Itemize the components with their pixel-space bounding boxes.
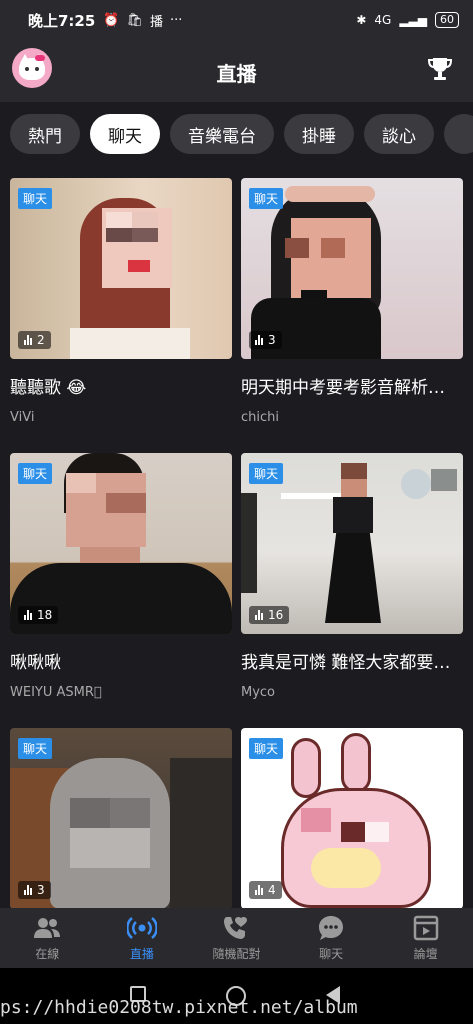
- heart-phone-icon: [224, 916, 248, 939]
- trophy-icon[interactable]: [425, 54, 455, 84]
- status-app-label: 播: [150, 14, 164, 30]
- viewer-count: 18: [18, 606, 59, 624]
- people-icon: [34, 918, 61, 938]
- viewers-bars-icon: [24, 335, 32, 345]
- page-title: 直播: [216, 62, 257, 86]
- viewer-count: 16: [249, 606, 290, 624]
- viewer-count: 3: [18, 881, 51, 899]
- category-badge: 聊天: [249, 738, 284, 759]
- stream-thumbnail[interactable]: 聊天 4: [241, 728, 463, 908]
- category-badge: 聊天: [249, 463, 284, 484]
- broadcast-icon: [126, 917, 157, 939]
- bottom-nav: 在線 直播 隨機配對 聊天 論壇: [0, 908, 473, 968]
- tab-chat[interactable]: 聊天: [90, 114, 160, 154]
- stream-title: 明天期中考要考影音解析…: [241, 378, 445, 398]
- stream-title: 啾啾啾: [10, 653, 61, 673]
- viewer-count-value: 4: [268, 883, 276, 897]
- stream-card[interactable]: 聊天 3: [10, 728, 232, 908]
- streamer-name: ViVi: [10, 410, 35, 425]
- tab-heart-talk[interactable]: 談心: [364, 114, 434, 154]
- stream-thumbnail[interactable]: 聊天 2: [10, 178, 232, 359]
- signal-icon: ▂▃▅: [399, 13, 427, 27]
- stream-card[interactable]: 聊天 18 啾啾啾 ẆEIYU ÀSMR⃝: [10, 453, 232, 700]
- viewer-count-value: 2: [37, 333, 45, 347]
- viewer-count-value: 3: [268, 333, 276, 347]
- watermark-text: ps://hhdie0208tw.pixnet.net/album: [0, 997, 358, 1018]
- battery-indicator: 60: [435, 12, 459, 28]
- stream-card[interactable]: 聊天 3 明天期中考要考影音解析… chichi: [241, 178, 463, 425]
- nav-label: 直播: [129, 947, 154, 961]
- viewer-count-value: 3: [37, 883, 45, 897]
- category-badge: 聊天: [18, 188, 53, 209]
- tab-sleep[interactable]: 掛睡: [284, 114, 354, 154]
- tab-music-radio[interactable]: 音樂電台: [170, 114, 274, 154]
- app-header: 直播: [0, 40, 473, 102]
- bluetooth-icon: ✱: [356, 13, 367, 27]
- nav-random-match[interactable]: 隨機配對: [189, 908, 284, 968]
- viewers-bars-icon: [255, 335, 263, 345]
- category-tabs: 熱門 聊天 音樂電台 掛睡 談心: [0, 102, 473, 166]
- stream-card[interactable]: 聊天 2 聽聽歌 😂 ViVi: [10, 178, 232, 425]
- streamer-name: chichi: [241, 410, 279, 425]
- status-time: 晚上7:25: [28, 11, 96, 30]
- more-dots-icon: ···: [170, 12, 183, 28]
- tab-hot[interactable]: 熱門: [10, 114, 80, 154]
- status-bar: 晚上7:25 ⏰ 🛍 播 ··· ✱ 4G ▂▃▅ 60: [0, 0, 473, 40]
- system-nav-bar: ps://hhdie0208tw.pixnet.net/album: [0, 968, 473, 1024]
- category-badge: 聊天: [18, 738, 53, 759]
- stream-card[interactable]: 聊天 16 我真是可憐 難怪大家都要… Myco: [241, 453, 463, 700]
- stream-grid: 聊天 2 聽聽歌 😂 ViVi 聊天 3 明天期中考要考影音解析… chichi: [0, 178, 473, 908]
- nav-chat[interactable]: 聊天: [284, 908, 379, 968]
- nav-label: 隨機配對: [212, 947, 261, 961]
- stream-thumbnail[interactable]: 聊天 3: [10, 728, 232, 908]
- viewer-count-value: 18: [37, 608, 53, 622]
- viewer-count: 3: [249, 331, 282, 349]
- nav-label: 在線: [35, 947, 60, 961]
- network-label: 4G: [374, 13, 392, 27]
- viewers-bars-icon: [255, 610, 263, 620]
- nav-label: 論壇: [413, 947, 438, 961]
- stream-thumbnail[interactable]: 聊天 18: [10, 453, 232, 634]
- tab-more[interactable]: [444, 114, 473, 154]
- nav-online[interactable]: 在線: [0, 908, 95, 968]
- nav-forum[interactable]: 論壇: [378, 908, 473, 968]
- forum-icon: [413, 915, 438, 941]
- stream-title: 我真是可憐 難怪大家都要…: [241, 653, 451, 673]
- nav-live[interactable]: 直播: [95, 908, 190, 968]
- stream-thumbnail[interactable]: 聊天 16: [241, 453, 463, 634]
- streamer-name: ẆEIYU ÀSMR⃝: [10, 685, 102, 700]
- chat-bubble-icon: [319, 916, 344, 940]
- category-badge: 聊天: [18, 463, 53, 484]
- streamer-name: Myco: [241, 685, 276, 700]
- viewers-bars-icon: [24, 885, 32, 895]
- stream-title: 聽聽歌 😂: [10, 378, 87, 398]
- nav-label: 聊天: [319, 947, 344, 961]
- viewer-count: 4: [249, 881, 282, 899]
- viewer-count: 2: [18, 331, 51, 349]
- alarm-icon: ⏰: [103, 12, 120, 28]
- category-badge: 聊天: [249, 188, 284, 209]
- viewers-bars-icon: [255, 885, 263, 895]
- shopping-bag-icon: 🛍: [126, 12, 144, 28]
- viewer-count-value: 16: [268, 608, 284, 622]
- stream-thumbnail[interactable]: 聊天 3: [241, 178, 463, 359]
- stream-card[interactable]: 聊天 4: [241, 728, 463, 908]
- viewers-bars-icon: [24, 610, 32, 620]
